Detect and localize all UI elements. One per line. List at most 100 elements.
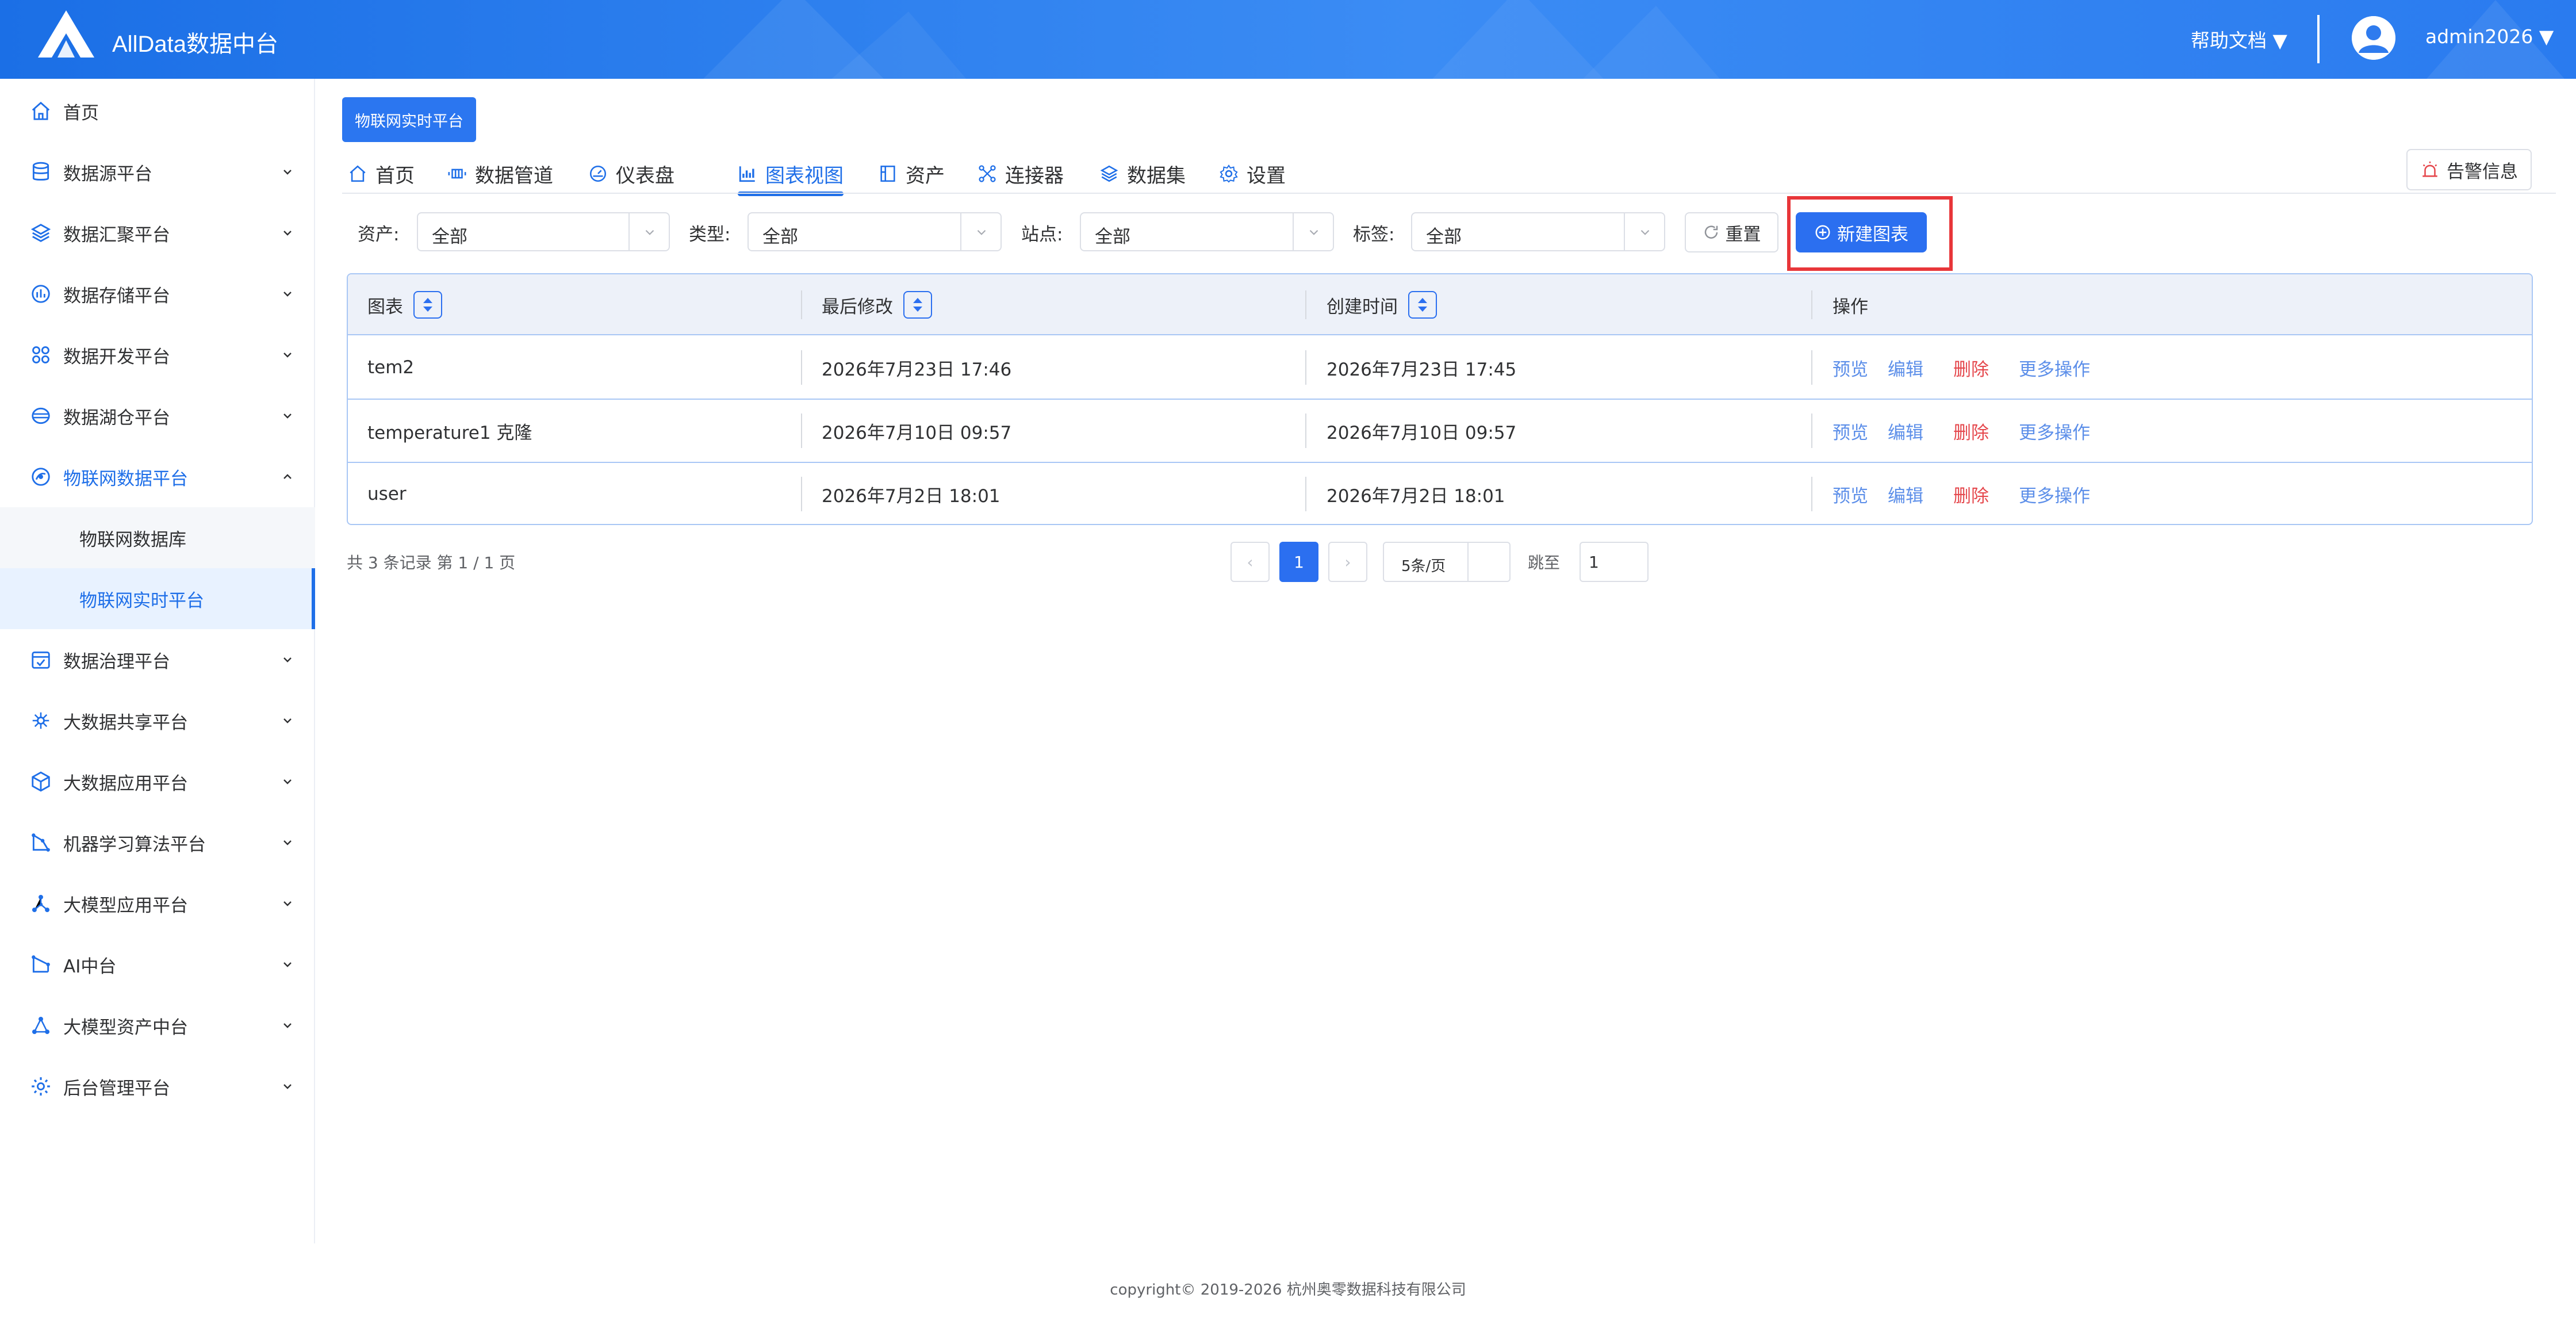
sidebar-item-label: 大模型资产中台 <box>63 1017 188 1038</box>
chevron-down-icon <box>283 1023 292 1028</box>
sort-button[interactable] <box>1408 291 1437 319</box>
column-divider <box>801 477 802 511</box>
database-icon <box>32 162 49 181</box>
tag-filter-label: 标签: <box>1353 224 1395 245</box>
prev-page-button[interactable]: ‹ <box>1230 542 1270 582</box>
column-divider <box>1811 290 1812 319</box>
alert-label: 告警信息 <box>2447 161 2518 182</box>
sidebar-subitem-iot-database[interactable]: 物联网数据库 <box>0 507 315 568</box>
goto-page-input[interactable] <box>1580 542 1649 582</box>
tab-pipeline[interactable]: 数据管道 <box>447 154 553 194</box>
table-row: user 2026年7月2日 18:01 2026年7月2日 18:01 预览 … <box>348 463 2532 524</box>
chevron-down-icon <box>283 779 292 784</box>
sidebar-item-governance[interactable]: 数据治理平台 <box>0 629 315 690</box>
asset-icon <box>880 165 895 182</box>
chart-name-cell[interactable]: tem2 <box>367 336 414 399</box>
help-docs-dropdown[interactable]: 帮助文档 ▼ <box>2191 25 2287 53</box>
sidebar-item-lakehouse[interactable]: 数据湖仓平台 <box>0 385 315 446</box>
sidebar-item-model-app[interactable]: 大模型应用平台 <box>0 873 315 934</box>
column-header-chart: 图表 <box>367 274 442 335</box>
modified-cell: 2026年7月10日 09:57 <box>822 422 1012 443</box>
sort-icon <box>1418 298 1427 312</box>
tab-connectors[interactable]: 连接器 <box>977 154 1064 194</box>
sidebar-subitem-iot-realtime[interactable]: 物联网实时平台 <box>0 568 315 629</box>
delete-link[interactable]: 删除 <box>1953 463 1989 524</box>
page-size-value: 5条/页 <box>1401 558 1446 575</box>
page-1-button[interactable]: 1 <box>1279 542 1318 582</box>
delete-link[interactable]: 删除 <box>1953 336 1989 399</box>
sidebar-item-ml[interactable]: 机器学习算法平台 <box>0 812 315 873</box>
select-value: 全部 <box>762 227 798 247</box>
tab-dashboard[interactable]: 仪表盘 <box>588 154 674 194</box>
storage-icon <box>32 285 50 303</box>
avatar[interactable] <box>2352 16 2395 60</box>
chevron-down-icon <box>283 292 292 297</box>
highlight-box <box>1787 196 1953 271</box>
reset-button[interactable]: 重置 <box>1685 212 1778 252</box>
edit-link[interactable]: 编辑 <box>1888 400 1923 462</box>
chevron-down-icon <box>283 718 292 723</box>
sidebar-item-label: 数据源平台 <box>63 163 152 185</box>
chevron-down-icon <box>1640 229 1650 235</box>
sidebar-item-model-asset[interactable]: 大模型资产中台 <box>0 995 315 1056</box>
sidebar-item-development[interactable]: 数据开发平台 <box>0 324 315 385</box>
preview-link[interactable]: 预览 <box>1833 336 1868 399</box>
chart-name-cell[interactable]: temperature1 克隆 <box>367 400 532 462</box>
type-filter-select[interactable]: 全部 <box>747 212 1002 251</box>
sort-button[interactable] <box>413 291 442 319</box>
sort-button[interactable] <box>903 291 932 319</box>
model-asset-icon <box>32 1016 50 1035</box>
preview-link[interactable]: 预览 <box>1833 400 1868 462</box>
chevron-down-icon <box>977 229 986 235</box>
charts-table: 图表 最后修改 创建时间 操作 tem2 2026年7月23日 17:46 20… <box>347 273 2533 525</box>
sidebar-item-datasource[interactable]: 数据源平台 <box>0 141 315 202</box>
settings-icon <box>1220 164 1238 183</box>
page-size-select[interactable]: 5条/页 <box>1383 542 1511 582</box>
column-divider <box>1305 350 1306 385</box>
tag-filter-select[interactable]: 全部 <box>1411 212 1665 251</box>
user-menu-dropdown[interactable]: admin2026 ▼ <box>2425 25 2554 48</box>
sidebar-item-label: 数据汇聚平台 <box>63 224 170 246</box>
tab-assets[interactable]: 资产 <box>878 154 945 194</box>
sidebar-item-application[interactable]: 大数据应用平台 <box>0 751 315 812</box>
edit-link[interactable]: 编辑 <box>1888 463 1923 524</box>
admin-gear-icon <box>32 1077 50 1096</box>
site-filter-select[interactable]: 全部 <box>1080 212 1334 251</box>
more-actions-link[interactable]: 更多操作 <box>2019 463 2090 524</box>
lake-icon <box>32 407 50 424</box>
next-page-button[interactable]: › <box>1328 542 1367 582</box>
reset-label: 重置 <box>1725 224 1761 245</box>
tab-label: 首页 <box>375 164 415 187</box>
breadcrumb[interactable]: 物联网实时平台 <box>342 97 476 142</box>
sidebar-item-aggregation[interactable]: 数据汇聚平台 <box>0 202 315 263</box>
more-actions-link[interactable]: 更多操作 <box>2019 400 2090 462</box>
asset-filter-select[interactable]: 全部 <box>417 212 670 251</box>
alert-info-button[interactable]: 告警信息 <box>2406 149 2532 190</box>
alldata-logo-icon <box>38 10 94 58</box>
sidebar-item-storage[interactable]: 数据存储平台 <box>0 263 315 324</box>
cube-icon <box>32 771 50 792</box>
tab-chart-view[interactable]: 图表视图 <box>738 154 844 196</box>
preview-link[interactable]: 预览 <box>1833 463 1868 524</box>
pagination-total: 共 3 条记录 第 1 / 1 页 <box>347 553 516 572</box>
created-cell: 2026年7月2日 18:01 <box>1327 485 1505 507</box>
sort-icon <box>423 298 432 312</box>
more-actions-link[interactable]: 更多操作 <box>2019 336 2090 399</box>
sidebar-item-iot[interactable]: 物联网数据平台 <box>0 446 315 507</box>
column-title: 操作 <box>1833 296 1868 317</box>
tab-settings[interactable]: 设置 <box>1219 154 1286 194</box>
chevron-down-icon <box>283 414 292 419</box>
edit-link[interactable]: 编辑 <box>1888 336 1923 399</box>
created-cell: 2026年7月10日 09:57 <box>1327 422 1517 443</box>
sidebar-item-label: 大数据共享平台 <box>63 712 188 733</box>
sidebar-item-ai[interactable]: AI中台 <box>0 934 315 995</box>
chart-icon <box>739 166 755 182</box>
sidebar-item-home[interactable]: 首页 <box>0 81 315 141</box>
delete-link[interactable]: 删除 <box>1953 400 1989 462</box>
sidebar-item-sharing[interactable]: 大数据共享平台 <box>0 690 315 751</box>
created-cell: 2026年7月23日 17:45 <box>1327 359 1517 380</box>
sidebar-item-admin[interactable]: 后台管理平台 <box>0 1056 315 1117</box>
chart-name-cell[interactable]: user <box>367 463 407 524</box>
tab-datasets[interactable]: 数据集 <box>1099 154 1186 194</box>
tab-home[interactable]: 首页 <box>348 154 415 194</box>
